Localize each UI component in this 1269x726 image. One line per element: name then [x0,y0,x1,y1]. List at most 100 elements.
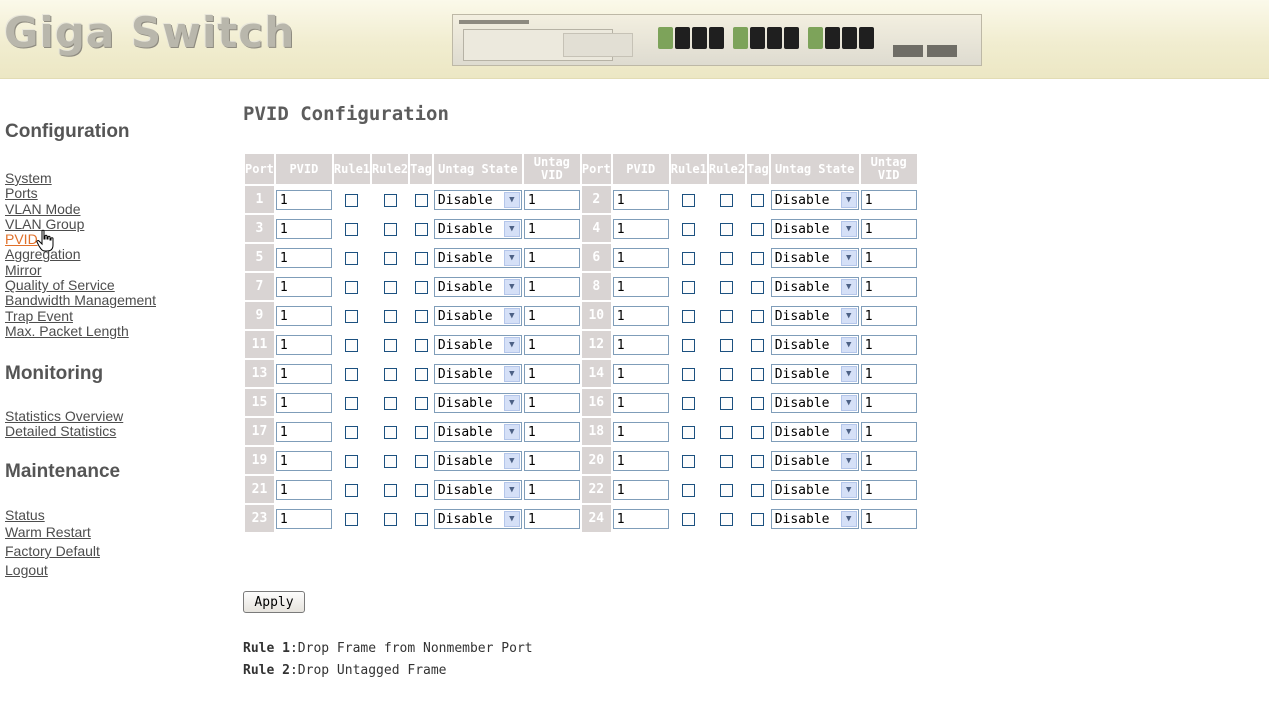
chevron-down-icon[interactable]: ▼ [840,337,857,354]
rule1-checkbox[interactable] [345,426,359,439]
untag-state-select[interactable]: Disable ▼ [770,335,859,356]
rule2-checkbox[interactable] [383,397,397,410]
rule1-checkbox[interactable] [345,484,359,497]
untag-vid-input[interactable] [860,335,917,356]
untag-state-select[interactable]: Disable ▼ [770,364,859,385]
rule2-checkbox[interactable] [720,368,734,381]
untag-vid-input[interactable] [860,451,917,472]
untag-state-select[interactable]: Disable ▼ [433,451,522,472]
untag-state-select[interactable]: Disable ▼ [433,306,522,327]
chevron-down-icon[interactable]: ▼ [503,192,520,209]
rule1-checkbox[interactable] [345,281,359,294]
pvid-input[interactable] [612,277,669,298]
untag-state-select[interactable]: Disable ▼ [433,335,522,356]
chevron-down-icon[interactable]: ▼ [503,395,520,412]
chevron-down-icon[interactable]: ▼ [840,221,857,238]
rule2-checkbox[interactable] [720,455,734,468]
chevron-down-icon[interactable]: ▼ [503,279,520,296]
rule2-checkbox[interactable] [720,484,734,497]
rule1-checkbox[interactable] [345,223,359,236]
untag-state-select[interactable]: Disable ▼ [433,364,522,385]
pvid-input[interactable] [612,509,669,530]
sidebar-item-factory-default[interactable]: Factory Default [5,542,100,561]
sidebar-item-vlan-group[interactable]: VLAN Group [5,216,156,232]
rule2-checkbox[interactable] [383,281,397,294]
untag-vid-input[interactable] [860,190,917,211]
rule1-checkbox[interactable] [682,310,696,323]
chevron-down-icon[interactable]: ▼ [840,250,857,267]
untag-vid-input[interactable] [523,219,580,240]
rule1-checkbox[interactable] [682,397,696,410]
chevron-down-icon[interactable]: ▼ [503,482,520,499]
untag-vid-input[interactable] [523,306,580,327]
rule1-checkbox[interactable] [682,223,696,236]
chevron-down-icon[interactable]: ▼ [840,395,857,412]
tag-checkbox[interactable] [414,223,428,236]
untag-state-select[interactable]: Disable ▼ [433,248,522,269]
apply-button[interactable]: Apply [243,591,305,613]
untag-vid-input[interactable] [860,393,917,414]
pvid-input[interactable] [275,335,332,356]
tag-checkbox[interactable] [414,397,428,410]
pvid-input[interactable] [612,248,669,269]
untag-state-select[interactable]: Disable ▼ [770,306,859,327]
tag-checkbox[interactable] [751,426,765,439]
rule1-checkbox[interactable] [345,310,359,323]
untag-vid-input[interactable] [860,422,917,443]
tag-checkbox[interactable] [751,194,765,207]
pvid-input[interactable] [275,480,332,501]
rule1-checkbox[interactable] [345,339,359,352]
untag-state-select[interactable]: Disable ▼ [433,393,522,414]
untag-vid-input[interactable] [523,509,580,530]
untag-vid-input[interactable] [860,364,917,385]
pvid-input[interactable] [612,335,669,356]
rule1-checkbox[interactable] [682,426,696,439]
tag-checkbox[interactable] [414,281,428,294]
pvid-input[interactable] [612,393,669,414]
untag-vid-input[interactable] [860,219,917,240]
sidebar-item-mirror[interactable]: Mirror [5,262,156,278]
tag-checkbox[interactable] [414,484,428,497]
pvid-input[interactable] [612,451,669,472]
chevron-down-icon[interactable]: ▼ [840,511,857,528]
chevron-down-icon[interactable]: ▼ [503,424,520,441]
rule2-checkbox[interactable] [383,513,397,526]
untag-vid-input[interactable] [860,509,917,530]
untag-state-select[interactable]: Disable ▼ [433,219,522,240]
rule2-checkbox[interactable] [383,368,397,381]
rule2-checkbox[interactable] [720,252,734,265]
pvid-input[interactable] [275,190,332,211]
tag-checkbox[interactable] [751,281,765,294]
sidebar-item-bandwidth-management[interactable]: Bandwidth Management [5,293,156,309]
rule2-checkbox[interactable] [383,484,397,497]
sidebar-item-pvid[interactable]: PVID [5,231,156,247]
tag-checkbox[interactable] [751,397,765,410]
chevron-down-icon[interactable]: ▼ [503,511,520,528]
tag-checkbox[interactable] [414,513,428,526]
rule2-checkbox[interactable] [720,223,734,236]
rule1-checkbox[interactable] [345,397,359,410]
sidebar-item-system[interactable]: System [5,170,156,186]
chevron-down-icon[interactable]: ▼ [503,366,520,383]
chevron-down-icon[interactable]: ▼ [840,424,857,441]
chevron-down-icon[interactable]: ▼ [840,192,857,209]
chevron-down-icon[interactable]: ▼ [840,453,857,470]
rule2-checkbox[interactable] [383,194,397,207]
rule1-checkbox[interactable] [682,194,696,207]
rule2-checkbox[interactable] [383,223,397,236]
rule1-checkbox[interactable] [682,339,696,352]
rule2-checkbox[interactable] [383,252,397,265]
chevron-down-icon[interactable]: ▼ [503,221,520,238]
rule1-checkbox[interactable] [682,368,696,381]
rule1-checkbox[interactable] [682,455,696,468]
untag-state-select[interactable]: Disable ▼ [770,451,859,472]
untag-vid-input[interactable] [523,335,580,356]
untag-state-select[interactable]: Disable ▼ [433,480,522,501]
tag-checkbox[interactable] [751,484,765,497]
pvid-input[interactable] [275,509,332,530]
pvid-input[interactable] [275,219,332,240]
sidebar-item-vlan-mode[interactable]: VLAN Mode [5,201,156,217]
tag-checkbox[interactable] [751,310,765,323]
tag-checkbox[interactable] [414,455,428,468]
untag-vid-input[interactable] [860,277,917,298]
